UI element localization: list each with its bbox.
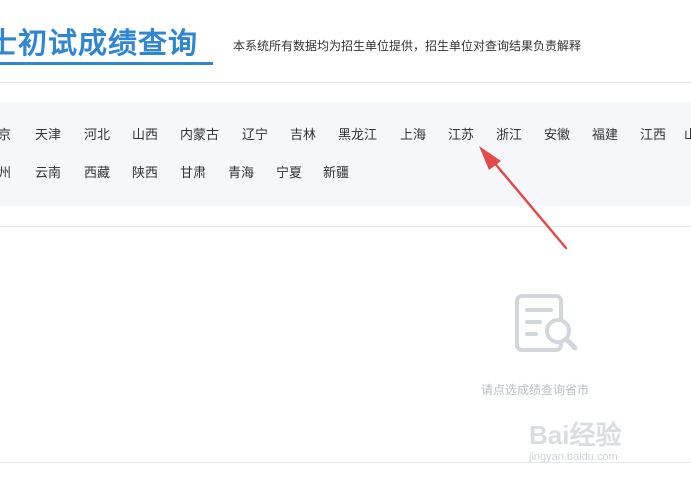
province-liaoning[interactable]: 辽宁	[242, 124, 268, 143]
province-heilongjiang[interactable]: 黑龙江	[338, 124, 377, 143]
province-hebei[interactable]: 河北	[84, 124, 110, 143]
empty-state-hint: 请点选成绩查询省市	[481, 383, 590, 397]
province-xinjiang[interactable]: 新疆	[323, 162, 349, 181]
province-shanghai[interactable]: 上海	[400, 124, 426, 143]
province-jiangxi[interactable]: 江西	[640, 124, 666, 143]
province-zhejiang[interactable]: 浙江	[496, 124, 522, 143]
province-tianjin[interactable]: 天津	[35, 124, 61, 143]
province-jiangsu[interactable]: 江苏	[448, 124, 474, 143]
province-qinghai[interactable]: 青海	[228, 162, 254, 181]
province-beijing[interactable]: 京	[0, 124, 11, 143]
content-divider	[0, 226, 691, 227]
province-selector: 京 天津 河北 山西 内蒙古 辽宁 吉林 黑龙江 上海 江苏 浙江 安徽 福建 …	[0, 102, 691, 206]
province-guizhou[interactable]: 州	[0, 162, 11, 181]
document-search-icon	[515, 294, 578, 352]
page-title: 士初试成绩查询	[0, 26, 199, 60]
province-shanxi[interactable]: 山西	[132, 124, 158, 143]
title-underline	[0, 62, 213, 65]
page-header: 士初试成绩查询 本系统所有数据均为招生单位提供，招生单位对查询结果负责解释	[0, 0, 691, 83]
province-ningxia[interactable]: 宁夏	[276, 162, 302, 181]
province-anhui[interactable]: 安徽	[544, 124, 570, 143]
province-gansu[interactable]: 甘肃	[180, 162, 206, 181]
province-fujian[interactable]: 福建	[592, 124, 618, 143]
province-shandong[interactable]: 山	[684, 124, 691, 143]
province-neimenggu[interactable]: 内蒙古	[180, 124, 219, 143]
watermark-brand: Bai经验	[529, 420, 622, 450]
baidu-jingyan-watermark: Bai经验 jingyan.baidu.com	[527, 415, 687, 475]
province-xizang[interactable]: 西藏	[84, 162, 110, 181]
province-yunnan[interactable]: 云南	[35, 162, 61, 181]
page-subtitle: 本系统所有数据均为招生单位提供，招生单位对查询结果负责解释	[233, 39, 582, 53]
province-jilin[interactable]: 吉林	[290, 124, 316, 143]
watermark-url: jingyan.baidu.com	[529, 451, 618, 463]
province-shaanxi[interactable]: 陕西	[132, 162, 158, 181]
